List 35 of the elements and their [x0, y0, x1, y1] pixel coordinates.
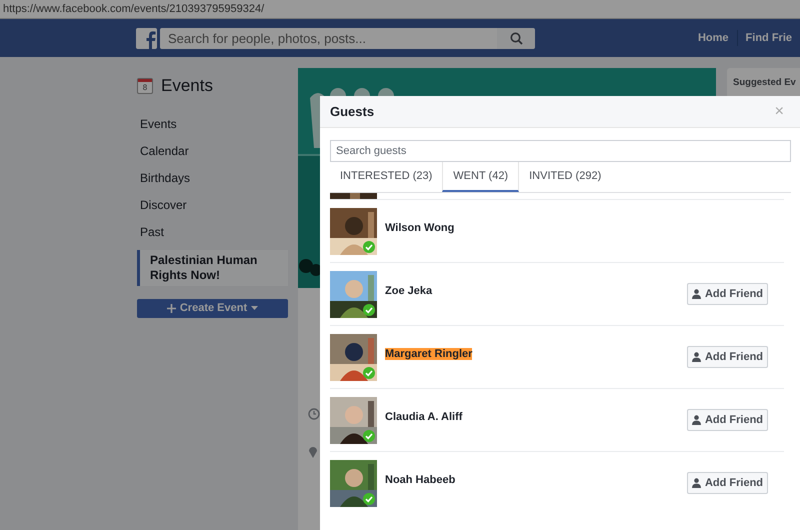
check-icon [363, 366, 375, 378]
clock-icon [308, 408, 320, 420]
search-field[interactable]: Search for people, photos, posts... [160, 28, 497, 48]
plus-icon [166, 304, 176, 312]
add-friend-button[interactable]: Add Friend [687, 346, 768, 368]
person-icon [692, 289, 701, 299]
sidebar-item[interactable]: Birthdays [134, 164, 288, 192]
add-friend-button[interactable]: Add Friend [687, 409, 768, 431]
sidebar-item[interactable]: Events [134, 110, 288, 138]
nav-link[interactable]: Home [690, 30, 737, 46]
sidebar-item[interactable]: Past [134, 218, 288, 246]
card-title: Suggested Ev [733, 76, 796, 90]
check-icon [363, 430, 375, 442]
guest-name[interactable]: Claudia A. Aliff [385, 411, 462, 423]
person-icon [692, 415, 701, 425]
guest-name[interactable]: Noah Habeeb [385, 474, 456, 486]
search-icon[interactable] [510, 32, 522, 44]
search-button[interactable] [497, 28, 535, 48]
nav-link[interactable]: Find Frie [736, 30, 800, 46]
calendar-icon: 8 [137, 78, 153, 94]
sidebar-item[interactable]: Palestinian Human Rights Now! [137, 250, 288, 286]
add-friend-button[interactable]: Add Friend [687, 283, 768, 305]
sidebar-item[interactable]: Calendar [134, 138, 288, 164]
create-event-button[interactable]: Create Event [137, 298, 288, 318]
caret-icon [251, 306, 258, 310]
logo-icon[interactable] [136, 28, 157, 48]
person-icon [692, 478, 701, 488]
check-icon [363, 492, 375, 504]
sidebar-title: Events [161, 75, 213, 97]
pin-icon [308, 445, 318, 458]
person-icon [692, 352, 701, 362]
add-friend-button[interactable]: Add Friend [687, 472, 768, 494]
sidebar-item[interactable]: Discover [134, 192, 288, 218]
check-icon [363, 304, 375, 316]
guest-name[interactable]: Zoe Jeka [385, 285, 432, 297]
